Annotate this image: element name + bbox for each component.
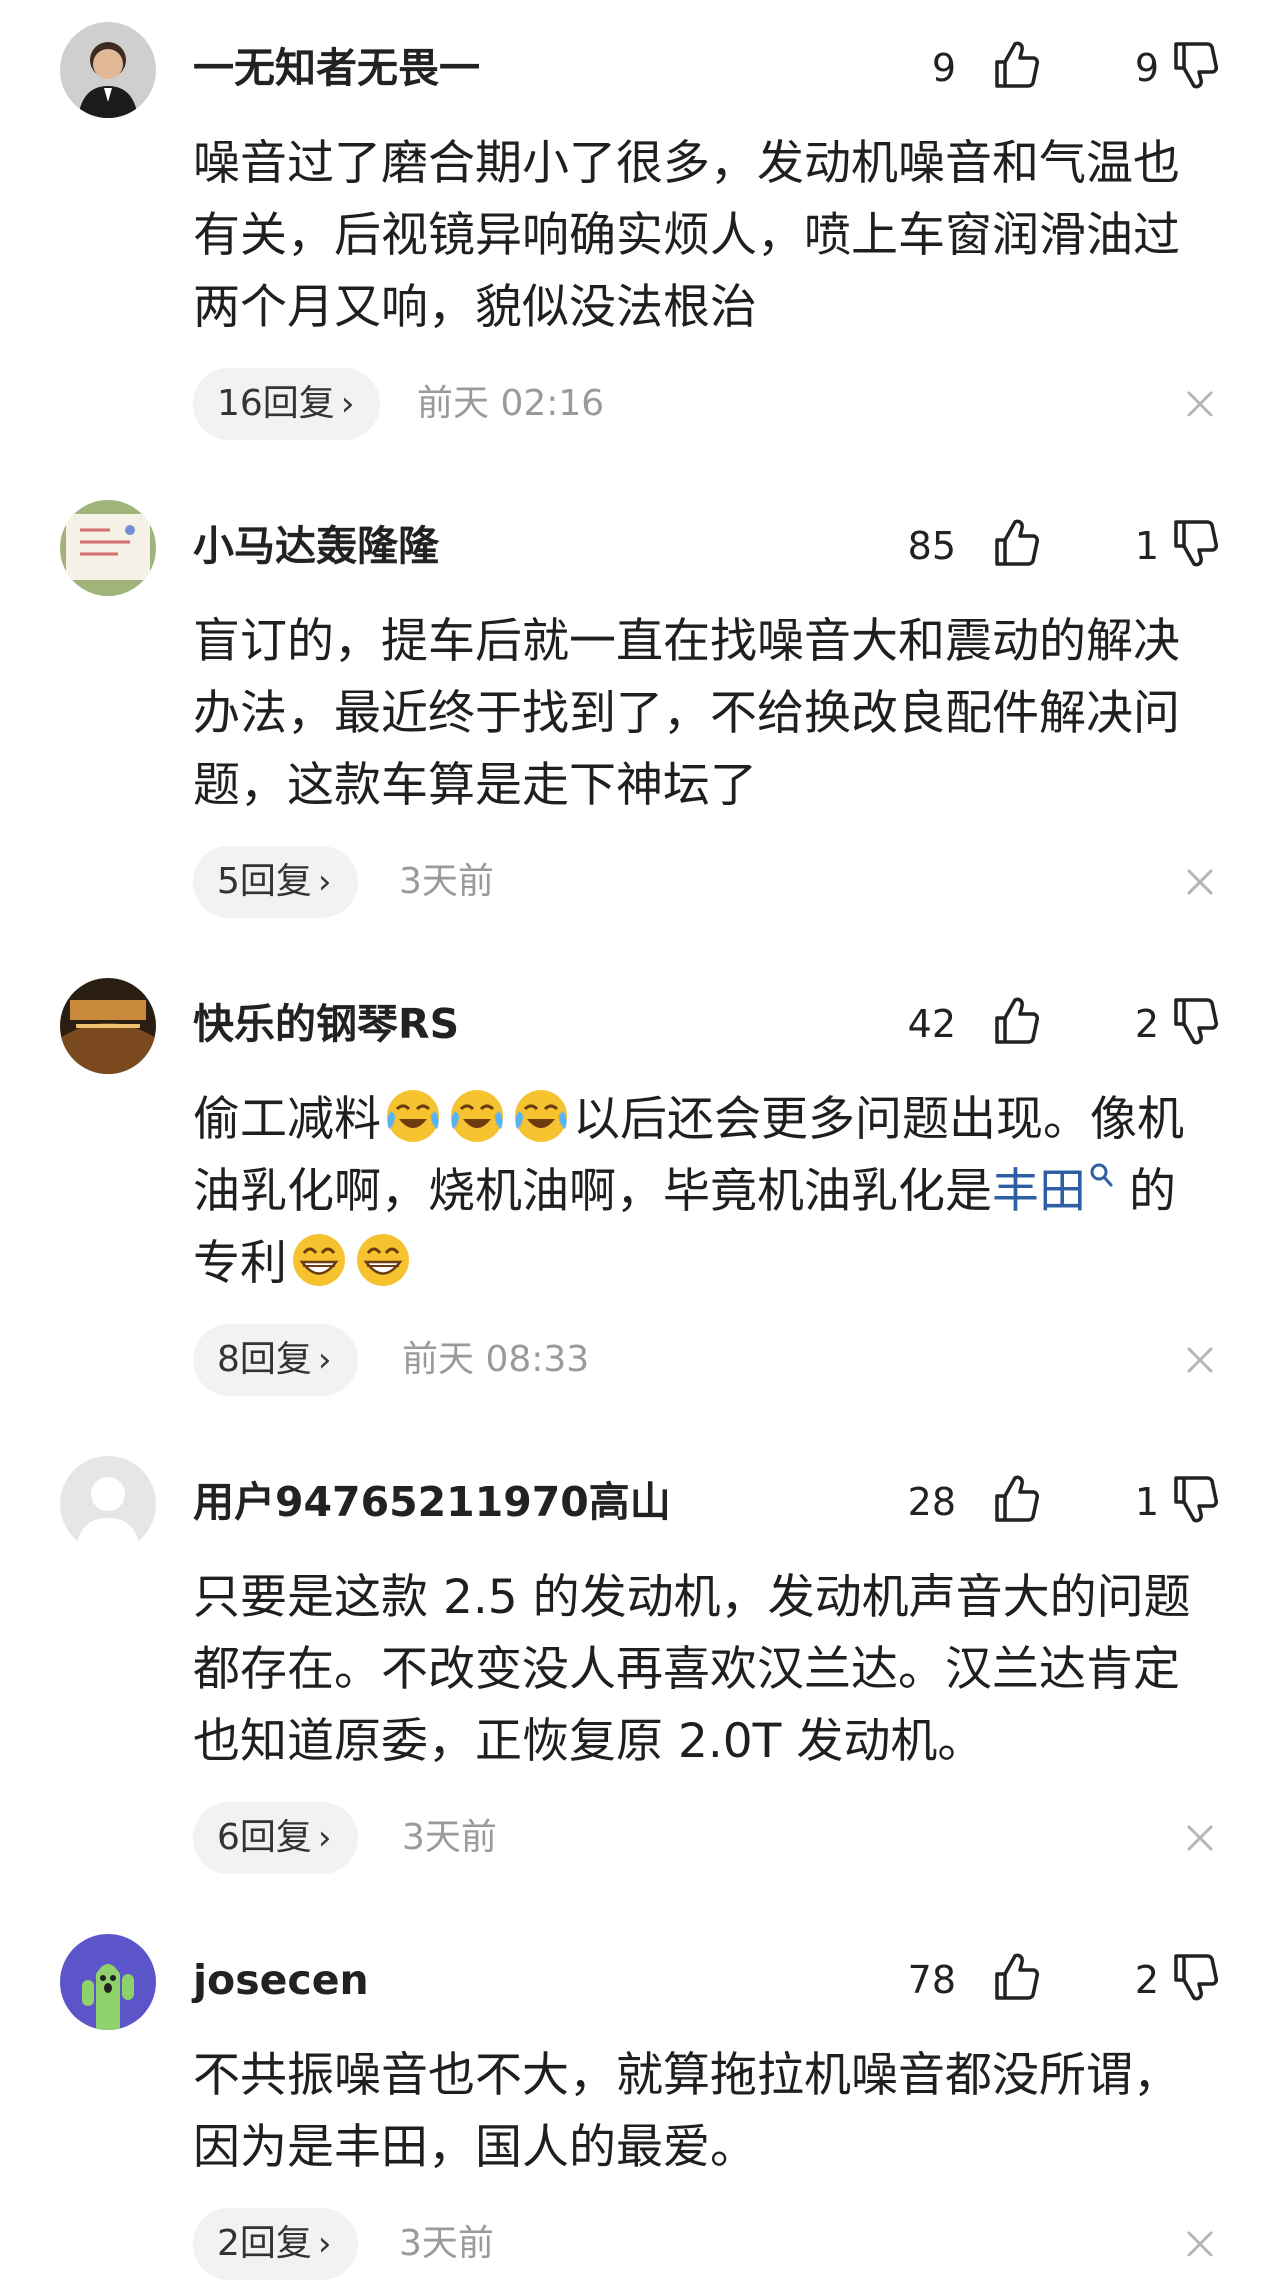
comment-text: 只要是这款 2.5 的发动机，发动机声音大的问题 都存在。不改变没人再喜欢汉兰达…	[193, 1562, 1233, 1778]
thumbs-down-icon[interactable]	[1172, 1952, 1218, 2002]
thumbs-up-icon[interactable]	[993, 518, 1039, 568]
comment-line: 也知道原委，正恢复原 2.0T 发动机。	[193, 1714, 985, 1769]
comment-line: 有关，后视镜异响确实烦人，喷上车窗润滑油过	[193, 208, 1180, 263]
close-icon[interactable]	[1183, 865, 1217, 899]
thumbs-down-icon[interactable]	[1172, 518, 1218, 568]
close-icon[interactable]	[1183, 2227, 1217, 2261]
like-count: 78	[907, 1958, 956, 2002]
chevron-right-icon: ›	[317, 1818, 332, 1858]
like-count: 42	[907, 1002, 956, 1046]
comment-line: 盲订的，提车后就一直在找噪音大和震动的解决	[193, 614, 1180, 669]
timestamp: 前天 02:16	[417, 383, 605, 424]
text-span: 的	[1128, 1164, 1176, 1219]
reply-label: 5回复	[217, 861, 312, 902]
reply-button[interactable]: 16回复 ›	[193, 368, 381, 440]
like-count: 9	[931, 46, 956, 90]
reply-button[interactable]: 6回复 ›	[193, 1802, 358, 1874]
comment-line: 专利	[193, 1228, 1273, 1300]
username[interactable]: 一无知者无畏一	[193, 42, 480, 94]
username[interactable]: josecen	[193, 1954, 369, 2006]
grinning-emoji	[289, 1229, 349, 1289]
chevron-right-icon: ›	[317, 862, 332, 902]
timestamp: 3天前	[399, 2223, 494, 2264]
search-icon[interactable]	[1088, 1161, 1114, 1189]
comment-line: 只要是这款 2.5 的发动机，发动机声音大的问题	[193, 1570, 1191, 1625]
comment-line: 都存在。不改变没人再喜欢汉兰达。汉兰达肯定	[193, 1642, 1180, 1697]
timestamp: 前天 08:33	[402, 1339, 590, 1380]
chevron-right-icon: ›	[317, 1340, 332, 1380]
comment-text: 盲订的，提车后就一直在找噪音大和震动的解决 办法，最近终于找到了，不给换改良配件…	[193, 606, 1233, 822]
username[interactable]: 小马达轰隆隆	[193, 520, 439, 572]
avatar[interactable]	[60, 1934, 156, 2030]
text-span: 以后还会更多问题出现。像机	[573, 1092, 1184, 1147]
thumbs-up-icon[interactable]	[993, 40, 1039, 90]
reply-button[interactable]: 8回复 ›	[193, 1324, 358, 1396]
like-count: 85	[907, 524, 956, 568]
reply-button[interactable]: 5回复 ›	[193, 846, 358, 918]
dislike-count: 2	[1134, 1002, 1159, 1046]
avatar[interactable]	[60, 1456, 156, 1552]
dislike-count: 1	[1134, 1480, 1159, 1524]
close-icon[interactable]	[1183, 387, 1217, 421]
comment-line: 不共振噪音也不大，就算拖拉机噪音都没所谓，	[193, 2048, 1180, 2103]
crying-laughing-emoji	[383, 1085, 443, 1145]
comment-text: 偷工减料 以后还会更多问题出现。像机 油乳化啊，烧机油啊，毕竟机油乳化是丰田 的 …	[193, 1084, 1273, 1300]
reply-button[interactable]: 2回复 ›	[193, 2208, 358, 2280]
comment-line: 题，这款车算是走下神坛了	[193, 758, 757, 813]
reply-label: 2回复	[217, 2223, 312, 2264]
text-span: 油乳化啊，烧机油啊，毕竟机油乳化是	[193, 1164, 992, 1219]
timestamp: 3天前	[399, 861, 494, 902]
comment-line: 偷工减料 以后还会更多问题出现。像机	[193, 1084, 1273, 1156]
dislike-count: 9	[1134, 46, 1159, 90]
crying-laughing-emoji	[447, 1085, 507, 1145]
avatar[interactable]	[60, 500, 156, 596]
grinning-emoji	[353, 1229, 413, 1289]
comment-text: 噪音过了磨合期小了很多，发动机噪音和气温也 有关，后视镜异响确实烦人，喷上车窗润…	[193, 128, 1233, 344]
reply-label: 6回复	[217, 1817, 312, 1858]
thumbs-down-icon[interactable]	[1172, 40, 1218, 90]
crying-laughing-emoji	[511, 1085, 571, 1145]
avatar[interactable]	[60, 978, 156, 1074]
reply-label: 8回复	[217, 1339, 312, 1380]
dislike-count: 1	[1134, 524, 1159, 568]
comment-line: 油乳化啊，烧机油啊，毕竟机油乳化是丰田 的	[193, 1156, 1273, 1228]
comment-line: 两个月又响，貌似没法根治	[193, 280, 757, 335]
thumbs-up-icon[interactable]	[993, 996, 1039, 1046]
like-count: 28	[907, 1480, 956, 1524]
reply-label: 16回复	[217, 383, 335, 424]
text-span: 偷工减料	[193, 1092, 381, 1147]
chevron-right-icon: ›	[317, 2224, 332, 2264]
timestamp: 3天前	[402, 1817, 497, 1858]
close-icon[interactable]	[1183, 1343, 1217, 1377]
text-span: 专利	[193, 1236, 287, 1291]
thumbs-down-icon[interactable]	[1172, 1474, 1218, 1524]
avatar[interactable]	[60, 22, 156, 118]
thumbs-down-icon[interactable]	[1172, 996, 1218, 1046]
chevron-right-icon: ›	[340, 384, 355, 424]
close-icon[interactable]	[1183, 1821, 1217, 1855]
username[interactable]: 用户94765211970高山	[193, 1476, 671, 1528]
thumbs-up-icon[interactable]	[993, 1952, 1039, 2002]
comment-text: 不共振噪音也不大，就算拖拉机噪音都没所谓， 因为是丰田，国人的最爱。	[193, 2040, 1233, 2184]
dislike-count: 2	[1134, 1958, 1159, 2002]
topic-link[interactable]: 丰田	[992, 1164, 1086, 1219]
comment-line: 因为是丰田，国人的最爱。	[193, 2120, 757, 2175]
username[interactable]: 快乐的钢琴RS	[193, 998, 459, 1050]
comment-line: 办法，最近终于找到了，不给换改良配件解决问	[193, 686, 1180, 741]
comment-line: 噪音过了磨合期小了很多，发动机噪音和气温也	[193, 136, 1180, 191]
thumbs-up-icon[interactable]	[993, 1474, 1039, 1524]
